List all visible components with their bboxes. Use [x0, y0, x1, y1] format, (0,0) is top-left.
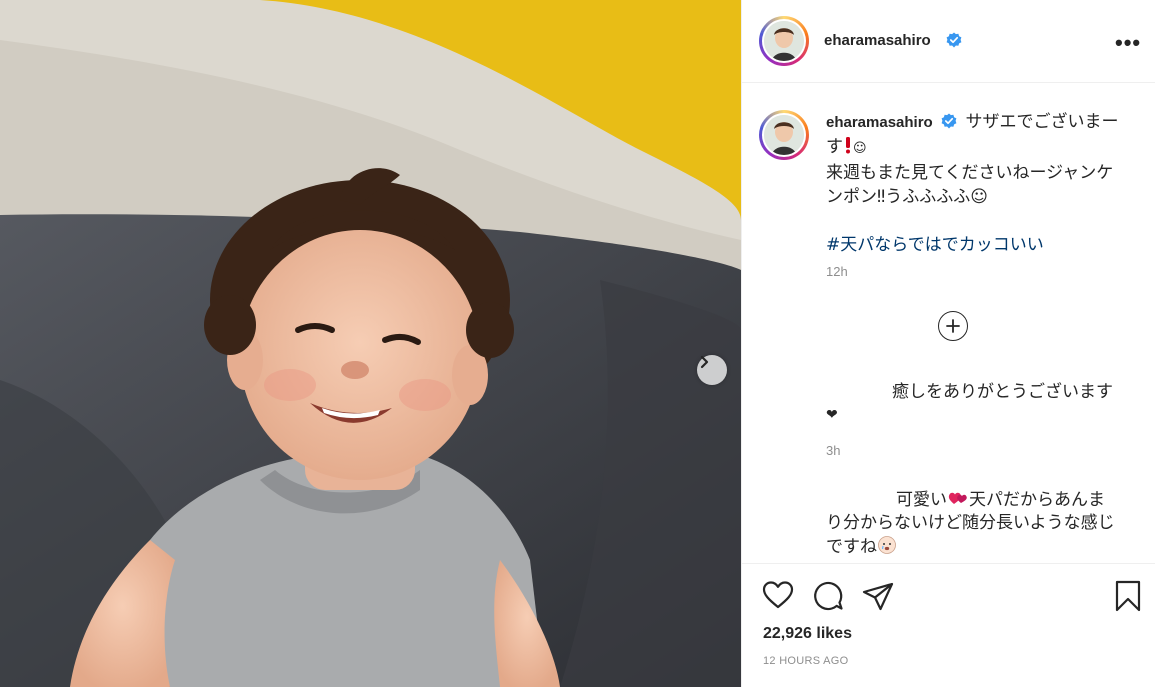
post-caption: eharamasahiro サザエでございまー す ☺︎ 来週もまた見てくださいね…	[826, 110, 1130, 257]
plus-circle-icon	[946, 319, 960, 333]
paper-plane-icon[interactable]	[862, 582, 894, 612]
comment-heart: ❤	[826, 407, 838, 423]
heart-icon[interactable]	[762, 580, 794, 610]
caption-text: サザエでございまー	[965, 112, 1119, 132]
caption-avatar[interactable]	[759, 110, 809, 160]
caption-text: す	[826, 137, 843, 157]
verified-badge-icon	[946, 32, 962, 48]
comment-text: 天パだからあんま	[969, 490, 1105, 510]
comment-timestamp[interactable]: 3h	[826, 443, 840, 458]
comment-item: 癒しをありがとうございます ❤	[826, 381, 1136, 426]
comment-text: ですね	[826, 537, 877, 557]
post-sidebar: eharamasahiro ••• eharamasahiro サザエでございま…	[741, 0, 1155, 687]
more-options-icon[interactable]: •••	[1115, 30, 1141, 56]
caption-username[interactable]: eharamasahiro	[826, 114, 933, 131]
caption-line-1: eharamasahiro サザエでございまー	[826, 110, 1130, 135]
comment-text: 可愛い	[896, 490, 947, 510]
caption-line-3: 来週もまた見てくださいねージャンケ	[826, 163, 1114, 183]
avatar[interactable]	[759, 16, 809, 66]
post-header: eharamasahiro •••	[742, 0, 1155, 83]
smile-emoji-icon: ☺︎	[853, 141, 867, 156]
caption-timestamp[interactable]: 12h	[826, 264, 848, 279]
comment-line-3: ですね	[826, 535, 1136, 559]
comment-item: 可愛い 天パだからあんま り分からないけど随分長いような感じ ですね	[826, 489, 1136, 559]
username[interactable]: eharamasahiro	[824, 32, 931, 49]
crying-face-emoji-icon	[878, 536, 896, 554]
load-more-comments-button[interactable]	[938, 311, 968, 341]
comment-text: 癒しをありがとうございます	[892, 382, 1113, 402]
caption-line-4: ンポン‼︎うふふふふ☺︎	[826, 187, 988, 207]
heart-emoji-icon	[948, 492, 967, 504]
next-photo-button[interactable]	[697, 355, 727, 385]
photo-illustration	[0, 0, 741, 687]
caption-line-2: す ☺︎	[826, 135, 1130, 161]
chevron-right-icon	[700, 355, 709, 369]
post-photo[interactable]	[0, 0, 741, 687]
hashtag-link[interactable]: #天パならではでカッコいい	[826, 233, 1130, 257]
verified-badge-icon	[941, 113, 957, 129]
avatar-image	[764, 21, 804, 61]
post-actions: 22,926 likes 12 HOURS AGO	[742, 563, 1155, 687]
avatar-image	[764, 115, 804, 155]
comment-line-1: 可愛い 天パだからあんま	[826, 489, 1136, 512]
bookmark-icon[interactable]	[1114, 580, 1142, 612]
comment-icon[interactable]	[812, 580, 844, 612]
likes-count[interactable]: 22,926 likes	[763, 625, 852, 643]
post-timestamp[interactable]: 12 HOURS AGO	[763, 655, 849, 667]
exclamation-emoji-icon	[846, 137, 850, 154]
comment-line-2: り分からないけど随分長いような感じ	[826, 513, 1115, 533]
